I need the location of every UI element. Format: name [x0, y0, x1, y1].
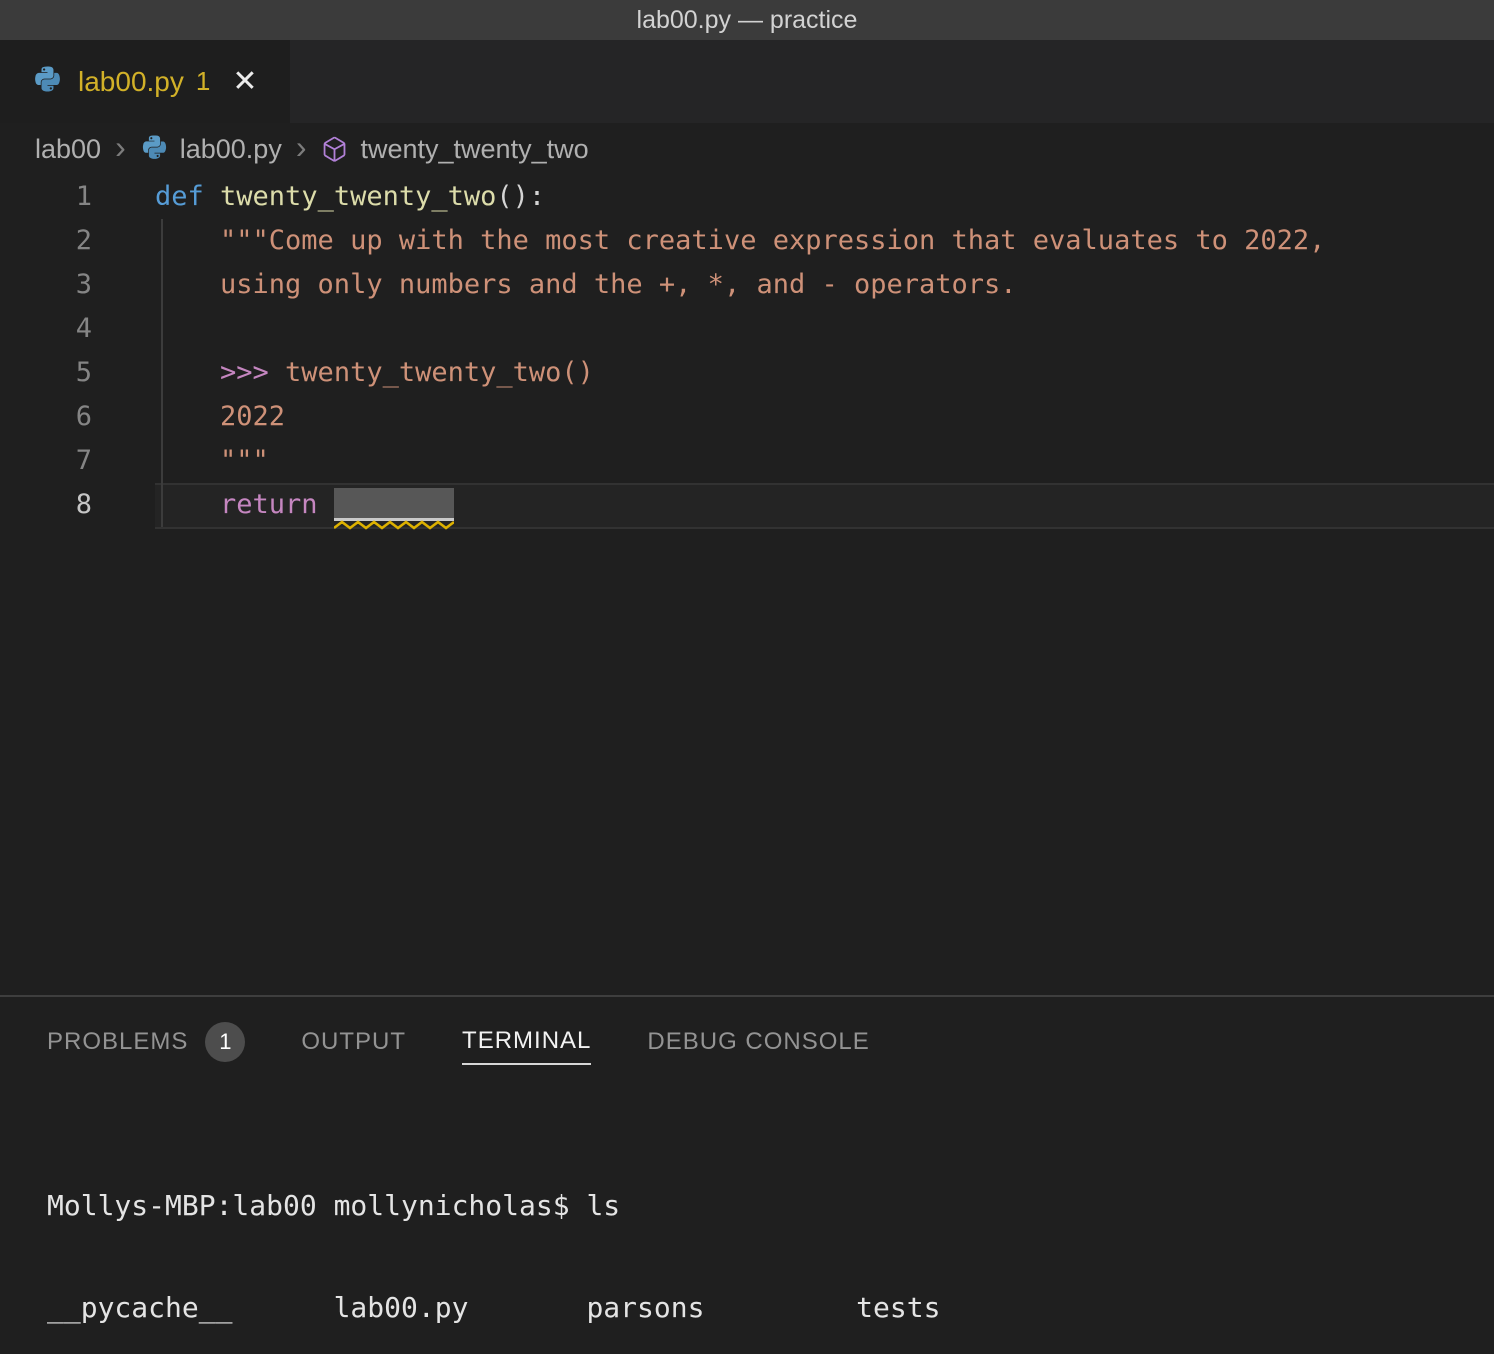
line-number[interactable]: 3 — [0, 263, 92, 307]
panel-tabbar: PROBLEMS 1 OUTPUT TERMINAL DEBUG CONSOLE — [0, 997, 1494, 1085]
window-title: lab00.py — practice — [637, 6, 858, 35]
tab-problem-count: 1 — [196, 66, 210, 97]
terminal-line: __pycache__ lab00.py parsons tests — [47, 1291, 1494, 1325]
tab-filename: lab00.py — [78, 66, 184, 98]
python-icon — [32, 66, 63, 97]
close-icon[interactable]: ✕ — [232, 67, 257, 97]
line-number[interactable]: 2 — [0, 219, 92, 263]
terminal-line: Mollys-MBP:lab00 mollynicholas$ ls — [47, 1189, 1494, 1223]
line-number[interactable]: 8 — [0, 483, 92, 527]
chevron-right-icon: › — [296, 129, 307, 166]
code-line-2[interactable]: 2 """Come up with the most creative expr… — [0, 219, 1494, 263]
code-line-3[interactable]: 3 using only numbers and the +, *, and -… — [0, 263, 1494, 307]
code-line-7[interactable]: 7 """ — [0, 439, 1494, 483]
breadcrumb: lab00 › lab00.py › twenty_twenty_two — [0, 123, 1494, 175]
docstring-text: """Come up with the most creative expres… — [155, 225, 1325, 256]
line-number[interactable]: 4 — [0, 307, 92, 351]
code-editor[interactable]: 1 def twenty_twenty_two(): 2 """Come up … — [0, 175, 1494, 995]
doctest-call: twenty_twenty_two() — [285, 357, 594, 388]
breadcrumb-file[interactable]: lab00.py — [180, 134, 282, 165]
line-number[interactable]: 6 — [0, 395, 92, 439]
bottom-panel: PROBLEMS 1 OUTPUT TERMINAL DEBUG CONSOLE… — [0, 997, 1494, 1354]
editor-tabstrip: lab00.py 1 ✕ — [0, 40, 1494, 123]
problems-label: PROBLEMS — [47, 1028, 188, 1056]
code-text: """ — [155, 439, 269, 483]
terminal-output[interactable]: Mollys-MBP:lab00 mollynicholas$ ls __pyc… — [0, 1085, 1494, 1354]
chevron-right-icon: › — [115, 129, 126, 166]
line-number[interactable]: 7 — [0, 439, 92, 483]
code-line-6[interactable]: 6 2022 — [0, 395, 1494, 439]
function-name: twenty_twenty_two — [204, 181, 497, 212]
window-titlebar: lab00.py — practice — [0, 0, 1494, 40]
tab-terminal[interactable]: TERMINAL — [462, 1017, 591, 1065]
line-number[interactable]: 1 — [0, 175, 92, 219]
code-line-1[interactable]: 1 def twenty_twenty_two(): — [0, 175, 1494, 219]
output-label: OUTPUT — [301, 1028, 406, 1056]
docstring-text: using only numbers and the +, *, and - o… — [155, 269, 1017, 300]
selection-highlight — [334, 488, 454, 518]
punctuation: (): — [496, 181, 545, 212]
code-text: return — [155, 483, 454, 527]
code-text: """Come up with the most creative expres… — [155, 219, 1325, 263]
breadcrumb-folder[interactable]: lab00 — [35, 134, 101, 165]
debug-console-label: DEBUG CONSOLE — [647, 1028, 869, 1056]
keyword-return: return — [155, 489, 318, 520]
python-icon — [140, 135, 169, 164]
tab-lab00-py[interactable]: lab00.py 1 ✕ — [0, 40, 290, 123]
warning-squiggle-icon — [334, 520, 454, 530]
tab-problems[interactable]: PROBLEMS 1 — [47, 1012, 245, 1070]
doctest-prompt: >>> — [155, 357, 285, 388]
code-line-8[interactable]: 8 return — [0, 483, 1494, 527]
docstring-close: """ — [155, 445, 269, 476]
tab-debug-console[interactable]: DEBUG CONSOLE — [647, 1018, 869, 1064]
line-number[interactable]: 5 — [0, 351, 92, 395]
problems-count-badge: 1 — [205, 1022, 245, 1062]
terminal-label: TERMINAL — [462, 1027, 591, 1055]
symbol-method-cube-icon — [320, 135, 349, 164]
code-text: >>> twenty_twenty_two() — [155, 351, 594, 395]
code-line-4[interactable]: 4 — [0, 307, 1494, 351]
code-text: using only numbers and the +, *, and - o… — [155, 263, 1017, 307]
code-text: def twenty_twenty_two(): — [155, 175, 545, 219]
breadcrumb-symbol[interactable]: twenty_twenty_two — [360, 134, 588, 165]
code-line-5[interactable]: 5 >>> twenty_twenty_two() — [0, 351, 1494, 395]
keyword-def: def — [155, 181, 204, 212]
tab-output[interactable]: OUTPUT — [301, 1018, 406, 1064]
code-text: 2022 — [155, 395, 285, 439]
doctest-output: 2022 — [155, 401, 285, 432]
